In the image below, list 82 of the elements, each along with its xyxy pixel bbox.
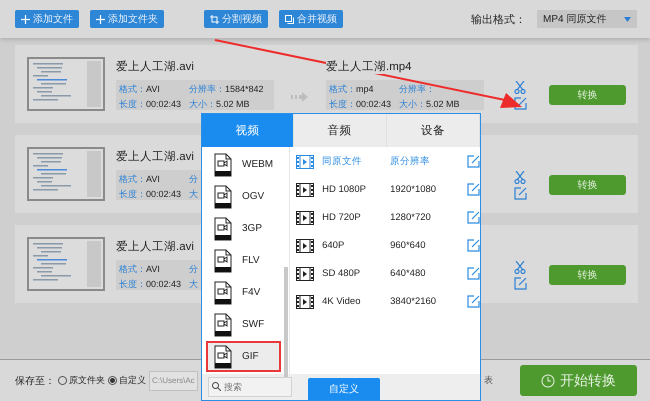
info-text: 格式：AVI: [119, 262, 160, 276]
edit-icon[interactable]: [514, 96, 527, 110]
info-text: 长度：00:02:43: [119, 98, 182, 110]
film-icon: [296, 266, 314, 280]
search-icon: [212, 382, 221, 391]
output-format-dropdown[interactable]: MP4 同原文件: [537, 10, 637, 28]
scissors-icon[interactable]: [514, 80, 526, 94]
film-icon: [296, 154, 314, 168]
edit-icon[interactable]: [514, 186, 527, 200]
film-icon: [296, 182, 314, 196]
search-field[interactable]: 搜索: [208, 377, 292, 397]
info-text: 分: [189, 172, 198, 186]
preset-resolution: 1920*1080: [390, 184, 438, 195]
info-text: 分辨率：: [399, 82, 435, 96]
info-text: 大小：5.02 MB: [189, 98, 250, 110]
video-file-icon: [214, 184, 232, 208]
save-to-label: 保存至：: [15, 374, 55, 388]
preset-resolution: 640*480: [390, 268, 427, 279]
video-file-icon: [214, 152, 232, 176]
film-icon: [296, 210, 314, 224]
video-file-icon: [214, 344, 232, 368]
video-file-icon: [214, 312, 232, 336]
preset-resolution: 960*640: [390, 240, 427, 251]
info-text: 大: [189, 278, 198, 290]
info-text: 大小：5.02 MB: [399, 98, 460, 110]
info-text: 长度：00:02:43: [119, 188, 182, 200]
preset-resolution: 3840*2160: [390, 296, 438, 307]
copy-icon: [285, 14, 294, 24]
crop-icon: [210, 14, 219, 24]
partial-label: 表: [484, 374, 493, 387]
format-item[interactable]: F4V: [206, 277, 282, 308]
format-tab[interactable]: 设备: [386, 114, 480, 147]
video-file-icon: [214, 216, 232, 240]
preset-name[interactable]: 640P: [322, 240, 390, 251]
info-text: 格式：AVI: [119, 172, 160, 186]
video-file-icon: [214, 248, 232, 272]
format-item[interactable]: FLV: [206, 245, 282, 276]
file-name: 爱上人工湖.avi: [116, 60, 194, 74]
edit-icon[interactable]: [467, 267, 480, 280]
output-file-name: 爱上人工湖.mp4: [326, 58, 412, 74]
scissors-icon[interactable]: [514, 170, 526, 184]
info-text: 分辨率：1584*842: [189, 82, 264, 96]
convert-arrow-icon: [291, 92, 309, 102]
preset-name[interactable]: SD 480P: [322, 268, 390, 279]
preset-resolution: 原分辨率: [390, 155, 432, 168]
edit-icon[interactable]: [467, 239, 480, 252]
edit-icon[interactable]: [514, 276, 527, 290]
info-text: 分: [189, 262, 198, 276]
clock-icon: [541, 374, 555, 388]
edit-icon[interactable]: [467, 211, 480, 224]
file-name: 爱上人工湖.avi: [116, 150, 194, 164]
info-text: 长度：00:02:43: [119, 278, 182, 290]
format-tab[interactable]: 音频: [294, 114, 387, 147]
info-text: 大: [189, 188, 198, 200]
preset-name[interactable]: HD 720P: [322, 212, 390, 223]
film-icon: [296, 238, 314, 252]
preset-name[interactable]: HD 1080P: [322, 184, 390, 195]
preset-name[interactable]: 同原文件: [322, 155, 390, 168]
format-item[interactable]: GIF: [206, 341, 282, 372]
preset-resolution: 1280*720: [390, 212, 432, 223]
info-text: 长度：00:02:43: [329, 98, 392, 110]
output-format-label: 输出格式：: [471, 12, 526, 26]
plus-icon: [96, 14, 105, 24]
scissors-icon[interactable]: [514, 260, 526, 274]
info-text: 格式：mp4: [329, 82, 374, 96]
edit-icon[interactable]: [467, 183, 480, 196]
edit-icon[interactable]: [467, 295, 480, 308]
video-file-icon: [214, 280, 232, 304]
scrollbar[interactable]: [284, 267, 288, 377]
preset-name[interactable]: 4K Video: [322, 296, 390, 307]
file-name: 爱上人工湖.avi: [116, 240, 194, 254]
format-item[interactable]: SWF: [206, 309, 282, 340]
radio-option[interactable]: 原文件夹: [58, 374, 105, 387]
info-text: 格式：AVI: [119, 82, 160, 96]
format-item[interactable]: OGV: [206, 181, 282, 212]
format-item[interactable]: WEBM: [206, 149, 282, 180]
dropdown-caret-icon: [624, 16, 631, 22]
edit-icon[interactable]: [467, 155, 480, 168]
format-item[interactable]: 3GP: [206, 213, 282, 244]
plus-icon: [21, 14, 30, 24]
radio-option[interactable]: 自定义: [108, 374, 146, 387]
film-icon: [296, 294, 314, 308]
